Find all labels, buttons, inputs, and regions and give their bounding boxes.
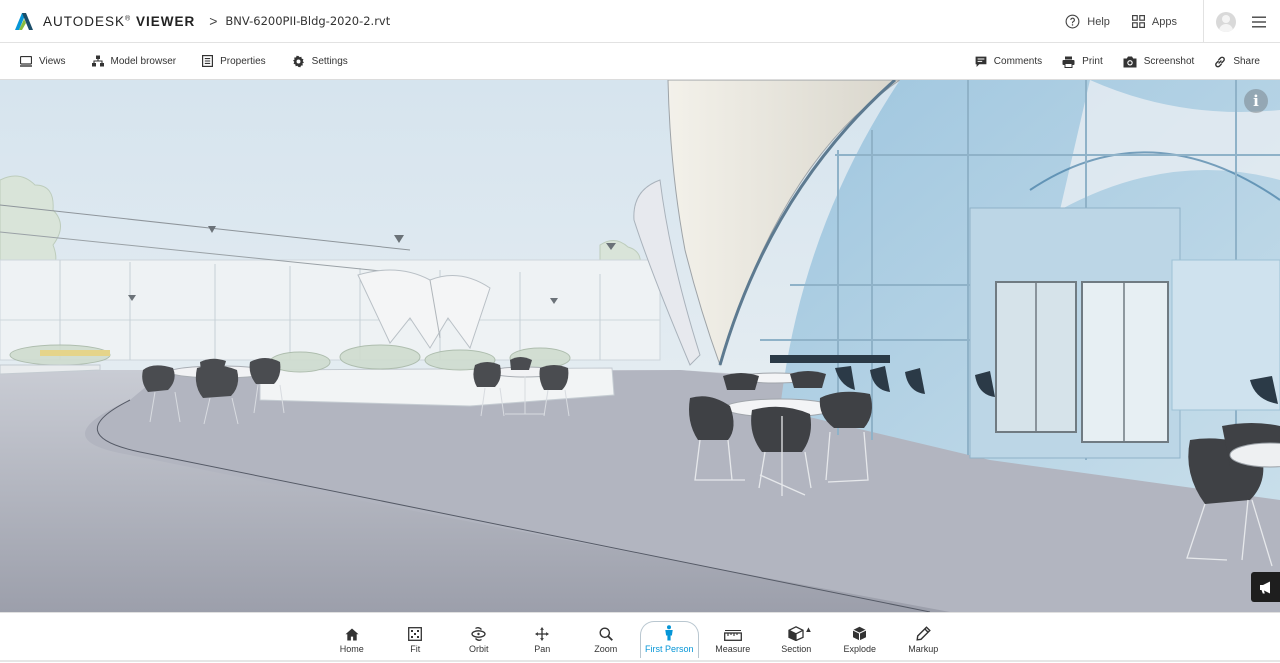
properties-button[interactable]: Properties (202, 55, 266, 67)
settings-label: Settings (311, 55, 348, 67)
hamburger-menu-icon[interactable] (1252, 16, 1266, 28)
person-icon (665, 625, 673, 641)
cube-icon (853, 626, 867, 641)
pan-label: Pan (534, 644, 551, 654)
markup-label: Markup (908, 644, 939, 654)
printer-icon (1062, 56, 1075, 68)
home-tool[interactable]: Home (320, 613, 384, 661)
section-box-icon (788, 626, 804, 641)
pan-icon (535, 627, 549, 641)
orbit-tool[interactable]: Orbit (447, 613, 511, 661)
print-label: Print (1082, 56, 1103, 67)
fit-label: Fit (410, 644, 421, 654)
share-label: Share (1233, 56, 1260, 67)
document-icon (202, 55, 214, 67)
3d-viewport[interactable]: i (0, 80, 1280, 612)
info-button[interactable]: i (1244, 89, 1268, 113)
share-button[interactable]: Share (1214, 56, 1260, 68)
explode-label: Explode (843, 644, 877, 654)
markup-tool[interactable]: Markup (892, 613, 956, 661)
screenshot-label: Screenshot (1143, 56, 1195, 67)
gear-icon (292, 55, 304, 67)
help-circle-icon (1065, 14, 1080, 29)
settings-button[interactable]: Settings (292, 55, 348, 68)
pen-icon (916, 626, 931, 641)
section-tool[interactable]: ▲ Section (765, 613, 829, 661)
screenshot-button[interactable]: Screenshot (1123, 56, 1195, 68)
model-browser-button[interactable]: Model browser (91, 55, 177, 67)
ruler-icon (723, 630, 742, 641)
comments-button[interactable]: Comments (975, 56, 1042, 68)
autodesk-a-icon (15, 13, 33, 30)
fit-tool[interactable]: Fit (384, 613, 448, 661)
link-icon (1215, 56, 1226, 67)
model-browser-label: Model browser (110, 55, 177, 67)
first-person-tool[interactable]: First Person (638, 613, 702, 661)
orbit-label: Orbit (468, 644, 489, 654)
print-button[interactable]: Print (1062, 56, 1103, 68)
orbit-icon (471, 627, 486, 641)
megaphone-icon (1259, 581, 1270, 593)
apps-button[interactable]: Apps (1131, 15, 1177, 28)
user-avatar[interactable] (1216, 11, 1236, 32)
comment-icon (975, 56, 987, 67)
navigation-toolbar: Home Fit Orbit Pan Zoom First Person Mea… (0, 612, 1280, 662)
views-button[interactable]: Views (20, 55, 66, 67)
section-caret[interactable]: ▲ (805, 625, 813, 634)
viewer-toolbar: Views Model browser Properties Settings (0, 43, 1280, 80)
monitor-icon (20, 55, 32, 67)
brand-title: AUTODESK® VIEWER (43, 13, 196, 29)
breadcrumb-separator: > (209, 13, 218, 29)
header-divider (1203, 0, 1204, 43)
autodesk-logo[interactable]: AUTODESK® VIEWER (14, 11, 195, 31)
app-header: AUTODESK® VIEWER > BNV-6200PII-Bldg-2020… (0, 0, 1280, 43)
measure-label: Measure (715, 644, 751, 654)
model-render (0, 80, 1280, 612)
properties-label: Properties (220, 55, 266, 67)
home-icon (345, 628, 359, 641)
measure-tool[interactable]: Measure (701, 613, 765, 661)
explode-tool[interactable]: Explode (828, 613, 892, 661)
first-person-label: First Person (644, 644, 694, 654)
zoom-icon (599, 627, 613, 641)
comments-label: Comments (993, 56, 1043, 67)
section-label: Section (781, 644, 812, 654)
apps-label: Apps (1151, 15, 1177, 28)
pan-tool[interactable]: Pan (511, 613, 575, 661)
help-button[interactable]: Help (1065, 14, 1110, 29)
home-label: Home (339, 644, 364, 654)
zoom-label: Zoom (594, 644, 618, 654)
hierarchy-icon (91, 55, 104, 67)
announcement-button[interactable] (1251, 572, 1280, 602)
help-label: Help (1087, 15, 1110, 28)
file-name: BNV-6200PII-Bldg-2020-2.rvt (225, 14, 391, 28)
zoom-tool[interactable]: Zoom (574, 613, 638, 661)
grid-icon (1131, 15, 1145, 28)
views-label: Views (39, 55, 66, 67)
fit-icon (408, 627, 423, 641)
camera-icon (1123, 56, 1137, 67)
